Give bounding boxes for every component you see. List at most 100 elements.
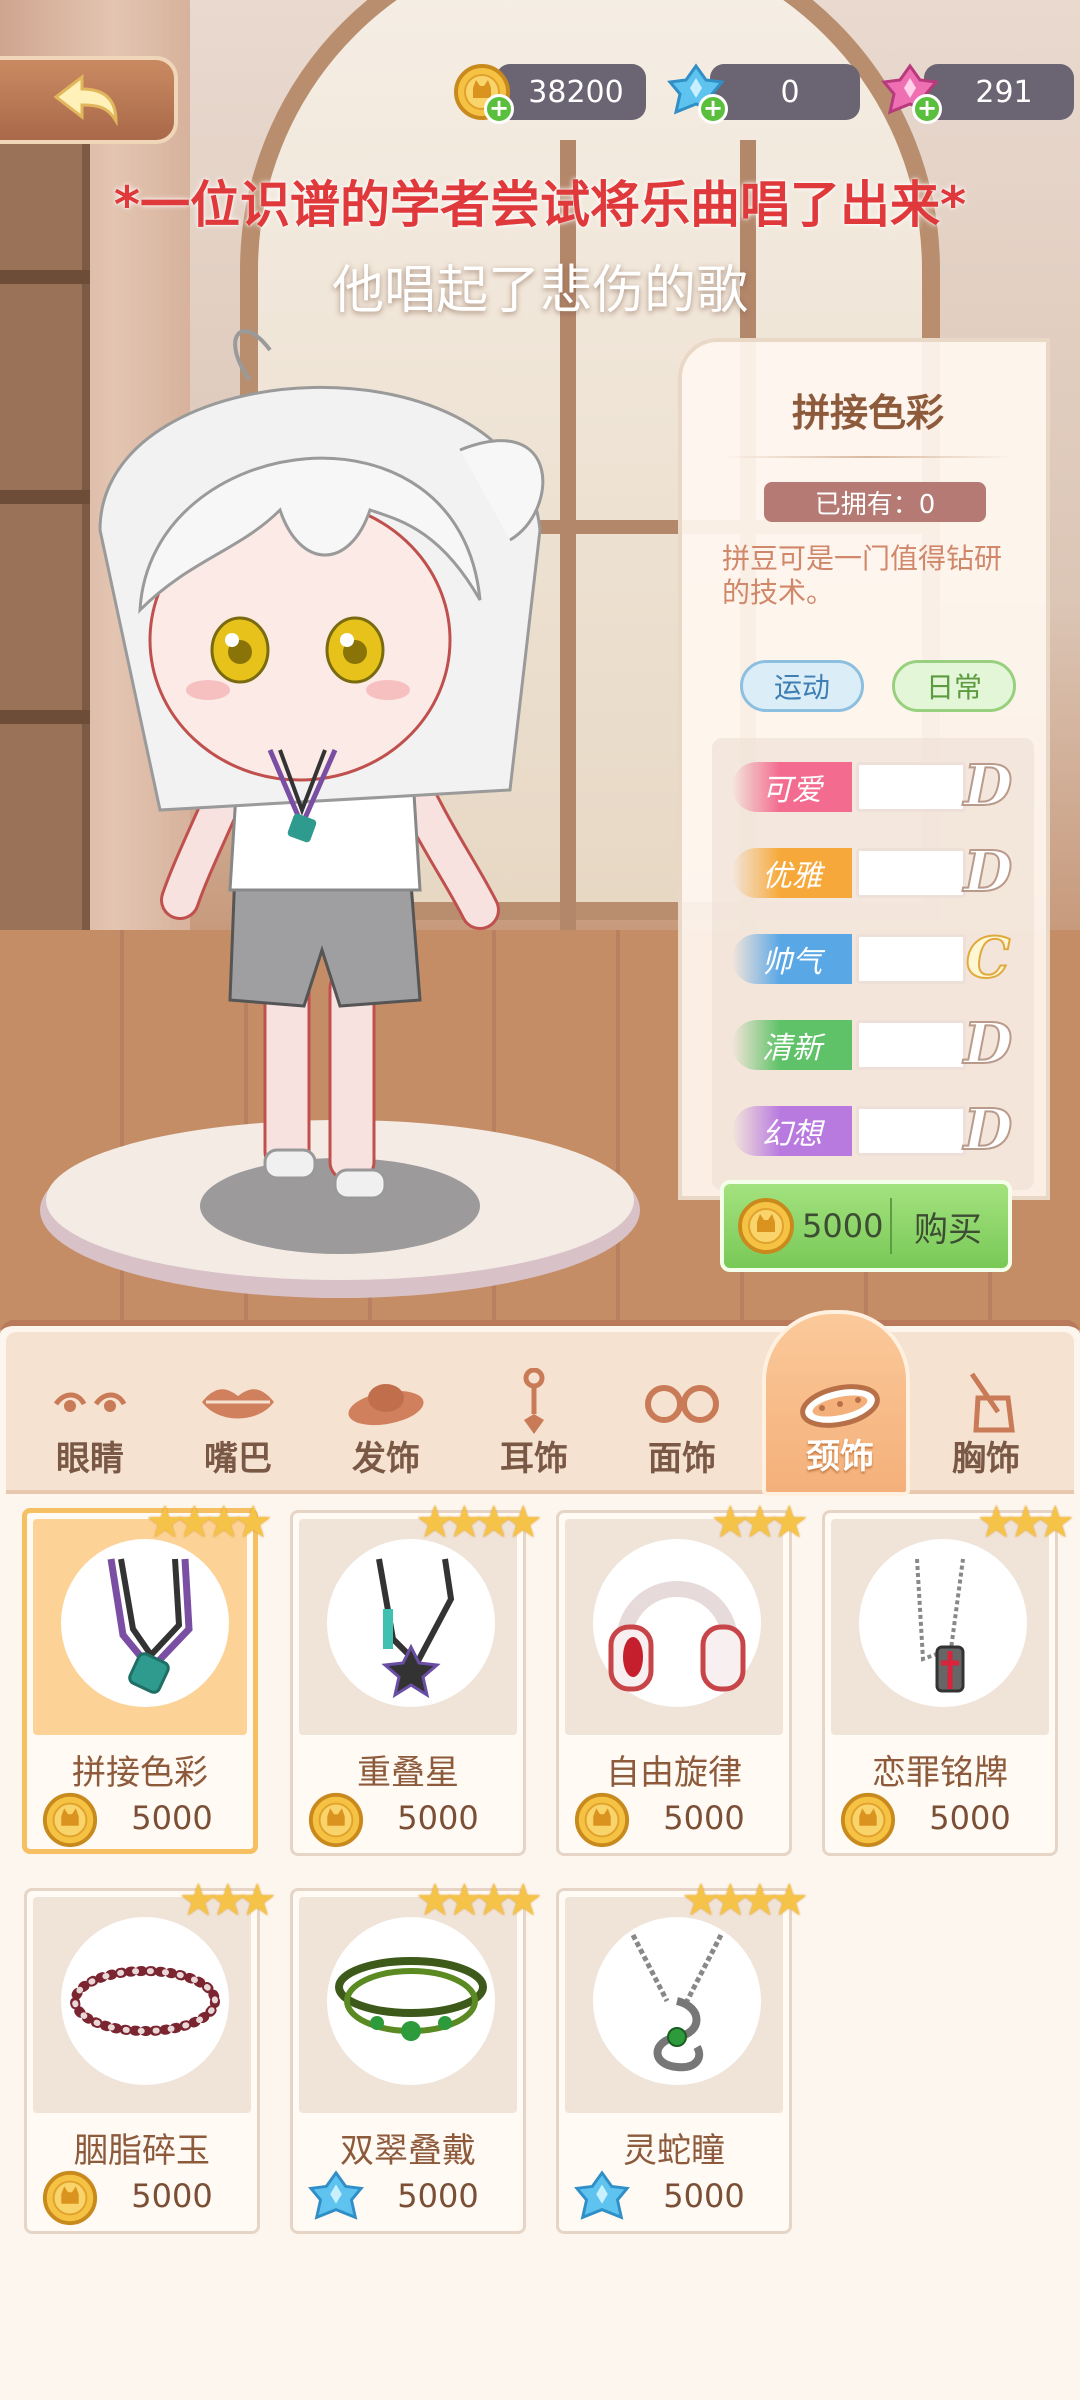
- item-price: 5000: [131, 1799, 213, 1837]
- item-name: 重叠星: [357, 1753, 459, 1793]
- gold-coin-icon: [738, 1198, 794, 1254]
- gold-coin-icon: [42, 1792, 98, 1848]
- item-card[interactable]: ★★★★ 拼接色彩 5000: [22, 1497, 273, 1854]
- attribute-label-fresh: 清新: [732, 1020, 852, 1070]
- item-card[interactable]: ★★★★ 灵蛇瞳 5000: [556, 1875, 809, 2234]
- owned-count-badge: 已拥有：0: [764, 482, 986, 522]
- earring-icon: [523, 1368, 545, 1434]
- divider: [890, 1198, 892, 1254]
- jade-necklace-icon: [335, 1957, 487, 2041]
- gold-coin-icon: [574, 1792, 630, 1848]
- story-narration: *一位识谱的学者尝试将乐曲唱了出来*: [113, 176, 967, 234]
- blue-diamond-icon: [574, 2170, 630, 2220]
- rarity-stars: ★★★: [178, 1875, 277, 1926]
- item-name: 灵蛇瞳: [623, 2131, 725, 2171]
- item-thumbnail-bg: [831, 1519, 1049, 1735]
- attribute-label-cool: 帅气: [732, 934, 852, 984]
- tab-label: 面饰: [648, 1439, 716, 1479]
- item-card[interactable]: ★★★★ 双翠叠戴 5000: [290, 1875, 543, 2234]
- add-gold-button[interactable]: +: [484, 94, 514, 124]
- tab-label: 嘴巴: [204, 1439, 272, 1479]
- attribute-bar: [856, 934, 966, 984]
- item-price: 5000: [397, 2177, 479, 2215]
- dog-tag-necklace-icon: [915, 1558, 965, 1693]
- item-price: 5000: [663, 2177, 745, 2215]
- item-card[interactable]: ★★★ 恋罪铭牌 5000: [822, 1497, 1075, 1856]
- buy-label: 购买: [914, 1209, 982, 1250]
- add-blue-diamond-button[interactable]: +: [698, 94, 728, 124]
- attribute-grade: D: [963, 1097, 1014, 1163]
- attribute-grade: D: [963, 1011, 1014, 1077]
- rarity-stars: ★★★★: [145, 1497, 273, 1548]
- tab-label: 发饰: [352, 1439, 420, 1479]
- item-card[interactable]: ★★★ 自由旋律 5000: [556, 1497, 809, 1856]
- attribute-bar: [856, 762, 966, 812]
- item-thumbnail-bg: [565, 1519, 783, 1735]
- item-name: 拼接色彩: [72, 1753, 208, 1793]
- tab-face-accessory[interactable]: 面饰: [608, 1332, 756, 1494]
- attribute-grade: C: [965, 925, 1012, 991]
- bag-icon: [969, 1372, 1015, 1433]
- tab-neck-accessory[interactable]: 颈饰: [762, 1310, 910, 1496]
- gold-coin-icon: [308, 1792, 364, 1848]
- headphones-icon: [608, 1581, 746, 1692]
- attribute-bar: [856, 1106, 966, 1156]
- item-name: 双翠叠戴: [340, 2131, 476, 2171]
- attribute-row: 清新 D: [732, 1011, 1022, 1077]
- category-tabs: 眼睛 嘴巴 发饰 耳饰 面饰 颈饰 胸饰: [6, 1310, 1074, 1496]
- item-price: 5000: [663, 1799, 745, 1837]
- attribute-bar: [856, 848, 966, 898]
- attribute-grade: D: [963, 839, 1014, 905]
- back-arrow-icon: [53, 73, 118, 127]
- item-description: 拼豆可是一门值得钻研的技术。: [722, 542, 1003, 609]
- item-detail-panel: 拼接色彩 已拥有：0 拼豆可是一门值得钻研的技术。 运动 日常 可爱 D 优雅 …: [678, 338, 1050, 1200]
- necklace-icon: [107, 1558, 193, 1694]
- tab-eyes[interactable]: 眼睛: [16, 1332, 164, 1494]
- item-thumbnail-bg: [565, 1897, 783, 2113]
- item-price: 5000: [131, 2177, 213, 2215]
- attribute-row: 帅气 C: [732, 925, 1022, 991]
- attribute-bar: [856, 1020, 966, 1070]
- item-price: 5000: [397, 1799, 479, 1837]
- tab-hair-accessory[interactable]: 发饰: [312, 1332, 460, 1494]
- tag-sport: 运动: [740, 660, 864, 712]
- attribute-list: 可爱 D 优雅 D 帅气 C 清新 D 幻想 D: [712, 738, 1034, 1190]
- attribute-grade: D: [963, 753, 1014, 819]
- item-thumbnail-bg: [299, 1519, 517, 1735]
- gold-coin-icon: [840, 1792, 896, 1848]
- item-thumbnail-bg: [299, 1897, 517, 2113]
- tag-daily: 日常: [892, 660, 1016, 712]
- attribute-row: 幻想 D: [732, 1097, 1022, 1163]
- item-card[interactable]: ★★★ 胭脂碎玉 5000: [24, 1875, 277, 2234]
- tab-earring[interactable]: 耳饰: [460, 1332, 608, 1494]
- add-pink-diamond-button[interactable]: +: [912, 94, 942, 124]
- buy-price: 5000: [802, 1207, 884, 1245]
- pink-diamond-value: 291: [924, 64, 1074, 120]
- wardrobe-panel: 眼睛 嘴巴 发饰 耳饰 面饰 颈饰 胸饰 ★★★★ 拼接色彩 5000 ★★★★…: [0, 1310, 1080, 2400]
- rarity-stars: ★★★: [976, 1497, 1075, 1548]
- hat-icon: [348, 1384, 424, 1426]
- rarity-stars: ★★★★: [681, 1875, 809, 1926]
- item-thumbnail-bg: [33, 1897, 251, 2113]
- tab-chest-accessory[interactable]: 胸饰: [912, 1332, 1060, 1494]
- bead-necklace-icon: [70, 1966, 220, 2036]
- snake-pendant-icon: [630, 1933, 724, 2072]
- attribute-label-cute: 可爱: [732, 762, 852, 812]
- character-avatar: [40, 329, 640, 1298]
- gold-coin-value: 38200: [496, 64, 646, 120]
- blue-diamond-value: 0: [710, 64, 860, 120]
- rarity-stars: ★★★★: [415, 1497, 543, 1548]
- item-detail-title: 拼接色彩: [791, 391, 944, 435]
- star-necklace-icon: [376, 1558, 455, 1699]
- eye-icon: [53, 1392, 127, 1412]
- back-button[interactable]: [0, 56, 178, 144]
- item-price: 5000: [929, 1799, 1011, 1837]
- buy-button[interactable]: 5000 购买: [720, 1180, 1012, 1272]
- attribute-row: 可爱 D: [732, 753, 1022, 819]
- lips-icon: [202, 1389, 274, 1419]
- item-card[interactable]: ★★★★ 重叠星 5000: [290, 1497, 543, 1856]
- item-thumbnail-bg: [33, 1519, 247, 1735]
- item-name: 胭脂碎玉: [74, 2131, 210, 2171]
- tab-mouth[interactable]: 嘴巴: [164, 1332, 312, 1494]
- glasses-icon: [645, 1385, 719, 1423]
